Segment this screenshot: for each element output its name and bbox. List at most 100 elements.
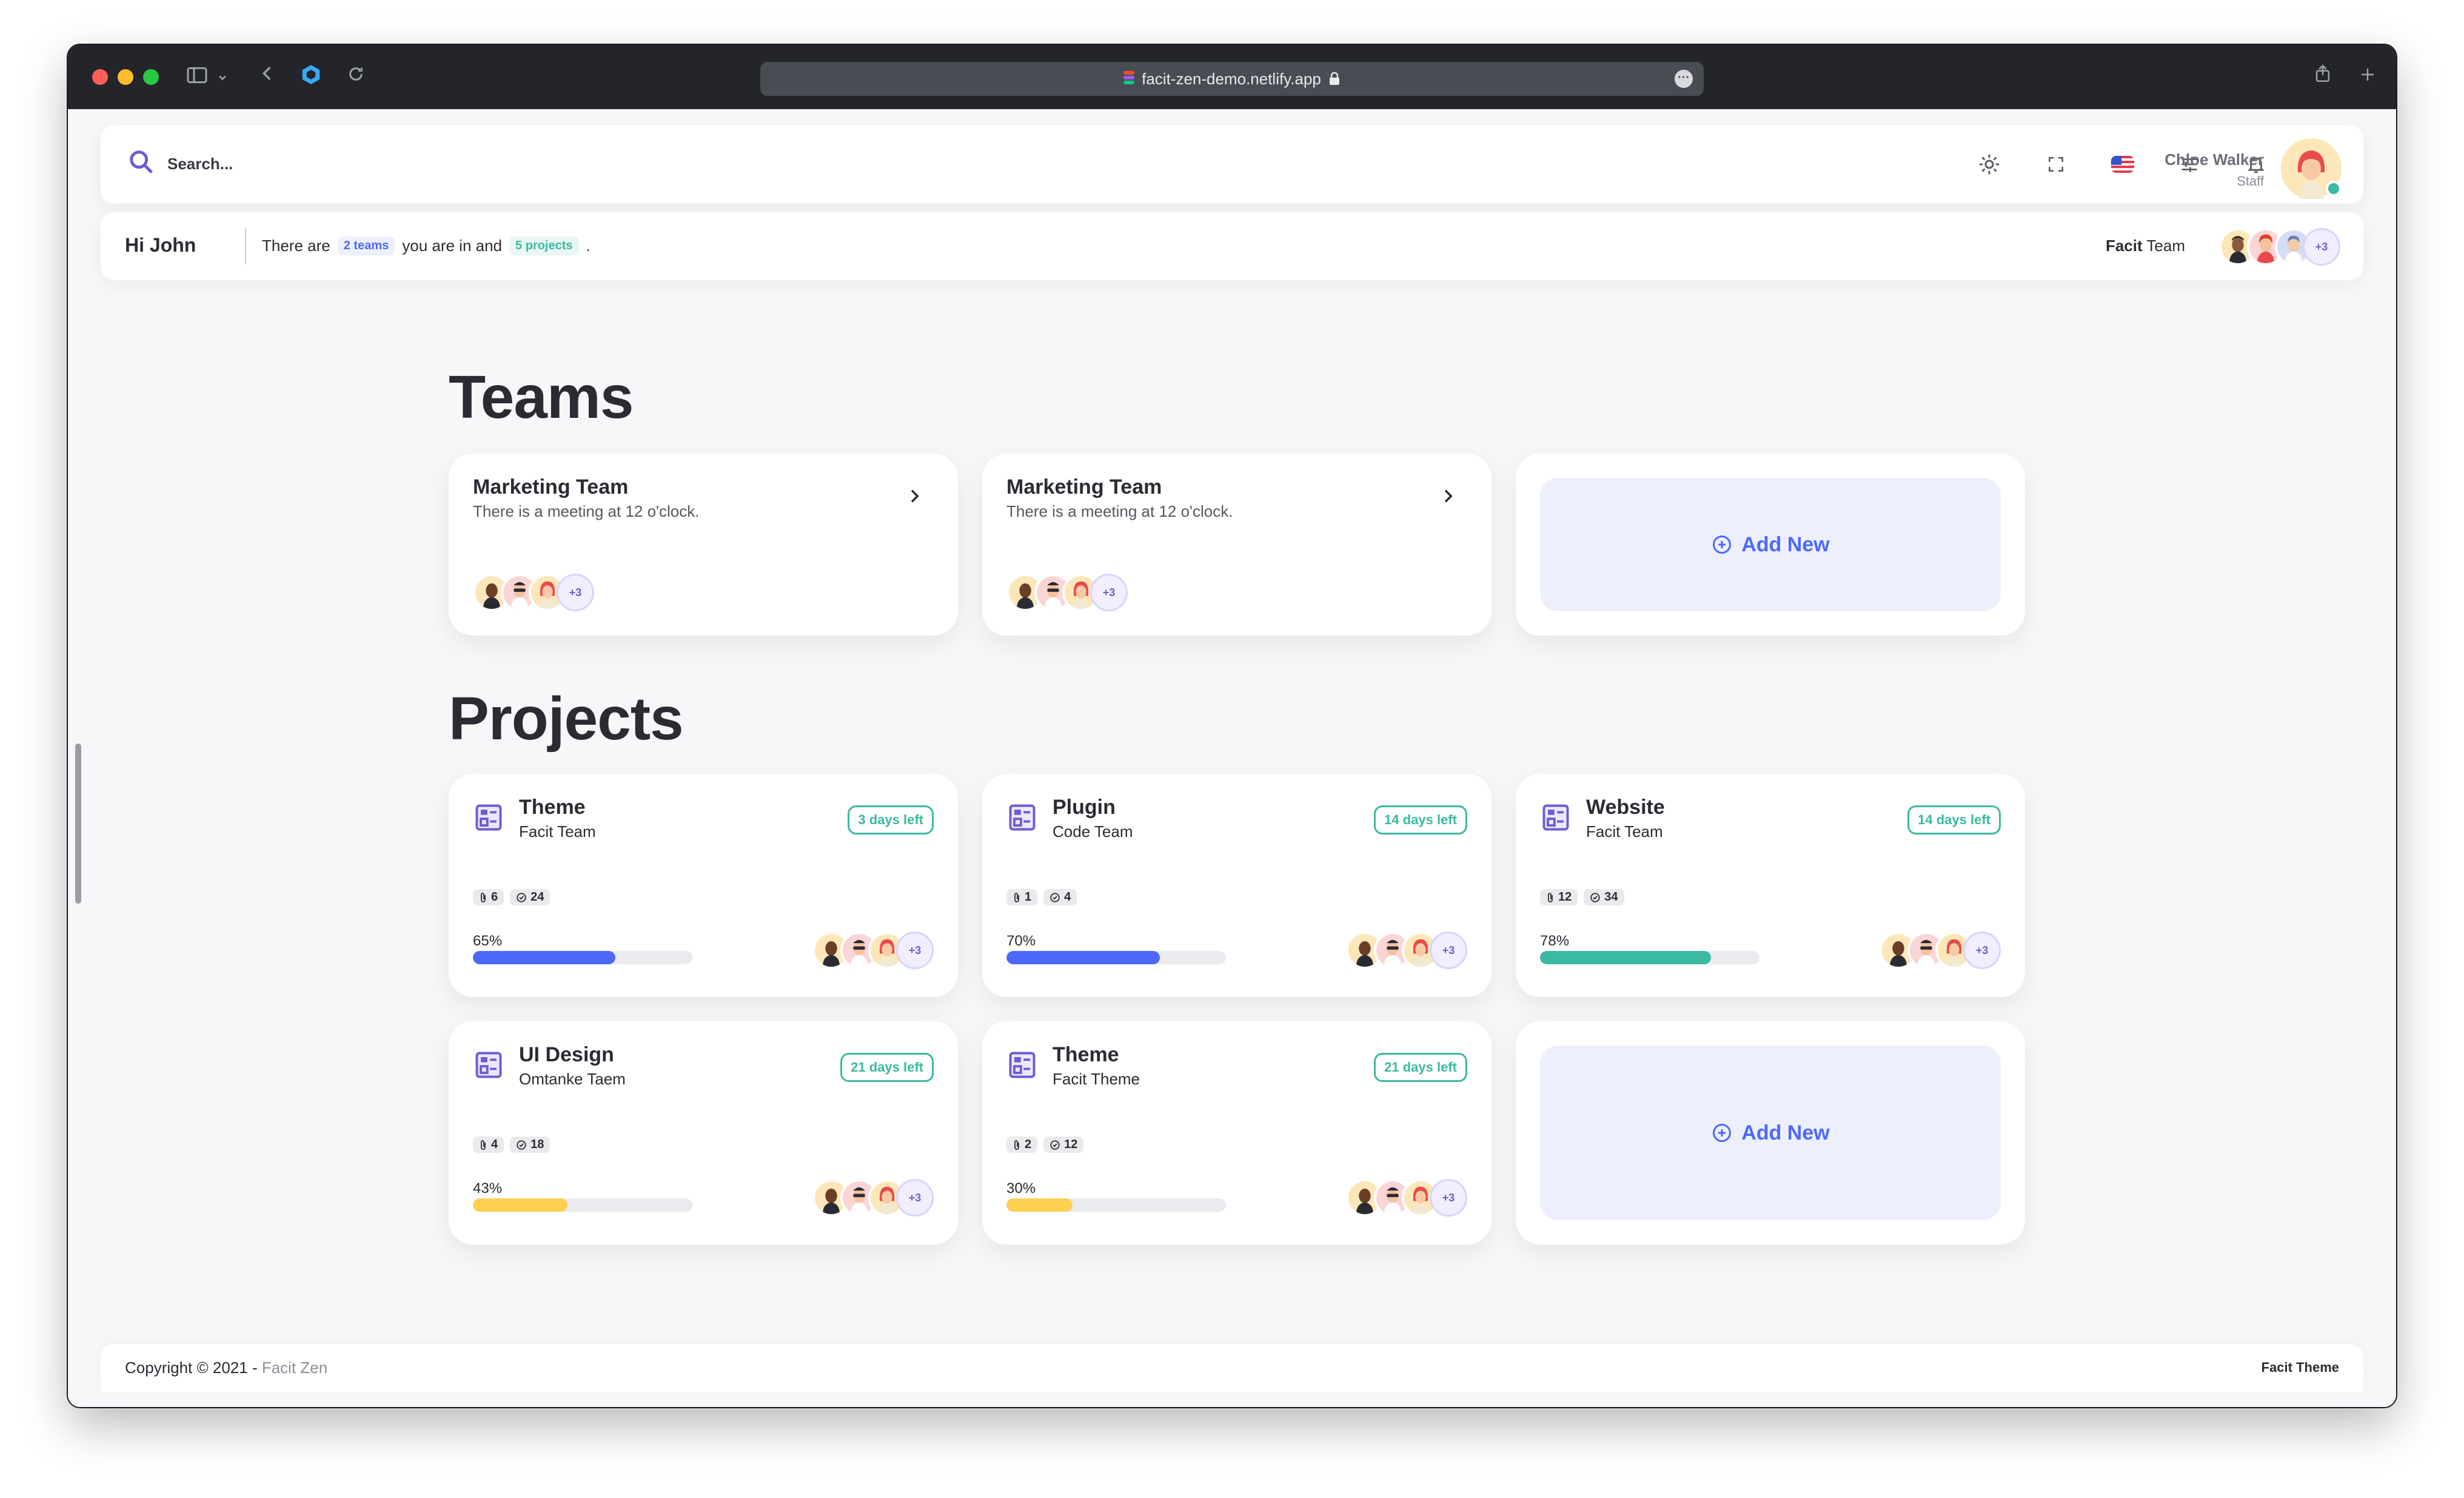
more-members-badge[interactable]: +3 — [1963, 932, 2001, 969]
team-name: Marketing Team — [1006, 475, 1162, 499]
check-circle-icon — [1590, 892, 1600, 902]
us-flag-icon — [2111, 156, 2135, 173]
minimize-window-button[interactable] — [118, 69, 133, 85]
search-input[interactable] — [167, 147, 652, 181]
teams-count-badge[interactable]: 2 teams — [337, 237, 395, 255]
project-card[interactable]: Plugin Code Team 14 days left 1 4 70% +3 — [982, 774, 1491, 997]
project-team: Code Team — [1053, 822, 1133, 841]
dashboard-icon — [1009, 804, 1036, 831]
projects-count-badge[interactable]: 5 projects — [509, 237, 579, 255]
project-card[interactable]: Theme Facit Team 3 days left 6 24 65% +3 — [449, 774, 958, 997]
new-tab-icon[interactable] — [2354, 63, 2382, 91]
attachments-count: 6 — [491, 890, 498, 904]
team-card[interactable]: Marketing Team There is a meeting at 12 … — [982, 454, 1491, 636]
project-card[interactable]: Theme Facit Theme 21 days left 2 12 30% … — [982, 1021, 1491, 1244]
project-avatar-group[interactable]: +3 — [1346, 1179, 1467, 1217]
team-card[interactable]: Marketing Team There is a meeting at 12 … — [449, 454, 958, 636]
user-name[interactable]: Chloe Walker — [2164, 150, 2264, 169]
tasks-count: 34 — [1604, 890, 1618, 904]
sidebar-toggle-icon[interactable] — [183, 63, 211, 91]
more-members-badge[interactable]: +3 — [896, 932, 934, 969]
tasks-stat: 24 — [510, 889, 551, 905]
language-button[interactable] — [2107, 149, 2138, 180]
dashboard-icon — [475, 1052, 502, 1078]
attachments-stat: 2 — [1006, 1137, 1038, 1153]
attachments-count: 2 — [1025, 1138, 1032, 1151]
lock-icon — [1329, 72, 1339, 85]
team-avatar-group[interactable]: +3 — [2219, 228, 2340, 266]
team-label: Facit Team — [2106, 237, 2185, 255]
back-icon[interactable] — [253, 63, 281, 91]
project-avatar-group[interactable]: +3 — [1880, 932, 2001, 969]
add-new-team-button[interactable]: Add New — [1540, 478, 2001, 611]
paperclip-icon — [1548, 892, 1553, 902]
chevron-right-icon[interactable] — [905, 486, 924, 506]
team-avatar-group[interactable]: +3 — [473, 574, 594, 611]
project-card[interactable]: UI Design Omtanke Taem 21 days left 4 18… — [449, 1021, 958, 1244]
projects-section-title: Projects — [449, 685, 684, 753]
share-icon[interactable] — [2309, 63, 2337, 91]
copyright-text: Copyright © 2021 - Facit Zen — [125, 1359, 327, 1377]
progress-percent: 30% — [1006, 1180, 1036, 1197]
chevron-right-icon[interactable] — [1438, 486, 1458, 506]
project-stats: 6 24 — [473, 889, 551, 905]
project-name: Theme — [1053, 1043, 1119, 1066]
add-new-label: Add New — [1741, 1121, 1830, 1144]
tasks-count: 12 — [1064, 1138, 1078, 1151]
more-members-badge[interactable]: +3 — [2303, 228, 2340, 266]
check-circle-icon — [1050, 892, 1060, 902]
progress-percent: 78% — [1540, 933, 1570, 949]
check-circle-icon — [517, 1140, 526, 1150]
window-controls — [92, 69, 159, 85]
copyright-brand[interactable]: Facit Zen — [262, 1359, 327, 1377]
project-card[interactable]: Website Facit Team 14 days left 12 34 78… — [1516, 774, 2025, 997]
attachments-count: 12 — [1558, 890, 1572, 904]
more-members-badge[interactable]: +3 — [896, 1179, 934, 1217]
attachments-stat: 4 — [473, 1137, 504, 1153]
attachments-count: 1 — [1025, 890, 1032, 904]
sun-icon — [1979, 154, 2000, 175]
project-avatar-group[interactable]: +3 — [812, 932, 934, 969]
paperclip-icon — [1014, 892, 1019, 902]
more-members-badge[interactable]: +3 — [1430, 1179, 1467, 1217]
attachments-stat: 12 — [1540, 889, 1578, 905]
close-window-button[interactable] — [92, 69, 108, 85]
address-bar[interactable]: facit-zen-demo.netlify.app ··· — [760, 62, 1704, 96]
vertical-scrollbar[interactable] — [75, 744, 81, 904]
team-avatar-group[interactable]: +3 — [1006, 574, 1128, 611]
theme-toggle-button[interactable] — [1974, 149, 2004, 180]
extension-icon[interactable] — [297, 63, 325, 91]
maximize-window-button[interactable] — [143, 69, 159, 85]
more-members-badge[interactable]: +3 — [557, 574, 594, 611]
project-stats: 12 34 — [1540, 889, 1624, 905]
project-avatar-group[interactable]: +3 — [1346, 932, 1467, 969]
days-left-badge: 21 days left — [1374, 1053, 1467, 1082]
progress-bar — [1006, 951, 1226, 964]
days-left-badge: 14 days left — [1907, 805, 2001, 835]
add-project-card: Add New — [1516, 1021, 2025, 1244]
project-stats: 1 4 — [1006, 889, 1077, 905]
footer-theme-link[interactable]: Facit Theme — [2261, 1360, 2339, 1375]
project-team: Facit Theme — [1053, 1070, 1140, 1088]
chevron-down-icon[interactable] — [213, 63, 232, 91]
more-members-badge[interactable]: +3 — [1430, 932, 1467, 969]
fullscreen-button[interactable] — [2041, 149, 2071, 180]
search-icon — [130, 150, 153, 174]
progress-bar-fill — [473, 1198, 567, 1212]
add-new-project-button[interactable]: Add New — [1540, 1046, 2001, 1220]
project-stats: 2 12 — [1006, 1137, 1084, 1153]
more-icon[interactable]: ··· — [1675, 70, 1693, 88]
project-avatar-group[interactable]: +3 — [812, 1179, 934, 1217]
reload-icon[interactable] — [342, 63, 370, 91]
subheader-bar: Hi John There are 2 teams you are in and… — [101, 212, 2363, 280]
attachments-count: 4 — [491, 1138, 498, 1151]
more-members-badge[interactable]: +3 — [1090, 574, 1128, 611]
progress-bar-fill — [1006, 1198, 1073, 1212]
check-circle-icon — [517, 892, 526, 902]
fullscreen-icon — [2049, 157, 2063, 172]
days-left-badge: 14 days left — [1374, 805, 1467, 835]
plus-circle-icon — [1713, 1124, 1732, 1142]
user-avatar[interactable] — [2281, 138, 2342, 199]
team-name: Marketing Team — [473, 475, 629, 499]
summary-text: There are 2 teams you are in and 5 proje… — [262, 237, 591, 255]
